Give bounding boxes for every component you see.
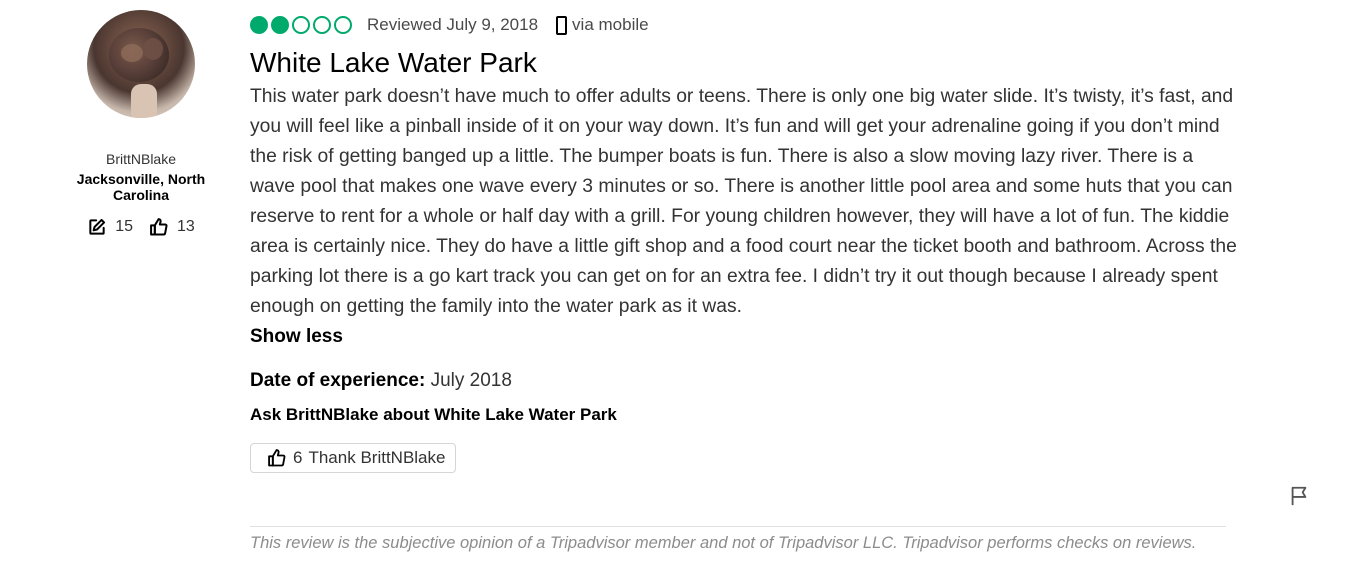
thumbs-up-icon: [150, 218, 168, 236]
date-of-experience-value: July 2018: [430, 370, 512, 391]
rating-bubble-filled: [271, 16, 289, 34]
review-date: Reviewed July 9, 2018: [367, 15, 539, 34]
date-of-experience-label: Date of experience:: [250, 370, 426, 391]
flag-icon[interactable]: [1288, 485, 1310, 507]
edit-icon: [89, 218, 106, 235]
thank-label: Thank BrittNBlake: [308, 448, 446, 467]
rating-bubbles: [250, 16, 352, 34]
rating-bubble-empty: [292, 16, 310, 34]
thumbs-up-icon: [268, 449, 286, 467]
reviewer-profile: BrittNBlake Jacksonville, North Carolina…: [60, 10, 222, 237]
review-body: This water park doesn’t have much to off…: [250, 86, 1237, 317]
helpful-votes-count: 13: [177, 218, 195, 235]
rating-bubble-filled: [250, 16, 268, 34]
mobile-phone-icon: [556, 15, 568, 35]
rating-bubble-empty: [334, 16, 352, 34]
review-card: BrittNBlake Jacksonville, North Carolina…: [0, 0, 1371, 581]
ask-reviewer-link[interactable]: Ask BrittNBlake about White Lake Water P…: [250, 402, 1230, 428]
contributions-count: 15: [115, 218, 133, 235]
review-content: Reviewed July 9, 2018 via mobile White L…: [250, 10, 1237, 473]
reviewer-location: Jacksonville, North Carolina: [76, 171, 206, 203]
via-mobile: via mobile: [556, 15, 649, 35]
thank-count: 6: [293, 448, 303, 467]
review-meta: Reviewed July 9, 2018 via mobile: [250, 10, 1230, 40]
contributions-stat: 15: [87, 217, 133, 237]
via-label: via mobile: [572, 15, 649, 34]
review-disclaimer: This review is the subjective opinion of…: [250, 534, 1197, 552]
helpful-votes-stat: 13: [149, 217, 195, 237]
reviewer-stats: 15 13: [60, 217, 222, 237]
show-less-button[interactable]: Show less: [250, 322, 1230, 352]
thank-button[interactable]: 6 Thank BrittNBlake: [250, 443, 457, 473]
divider: [250, 526, 1226, 527]
rating-bubble-empty: [313, 16, 331, 34]
review-title[interactable]: White Lake Water Park: [250, 46, 1230, 80]
avatar[interactable]: [87, 10, 195, 118]
date-of-experience: Date of experience: July 2018: [250, 366, 1230, 396]
reviewer-username[interactable]: BrittNBlake: [60, 151, 222, 167]
